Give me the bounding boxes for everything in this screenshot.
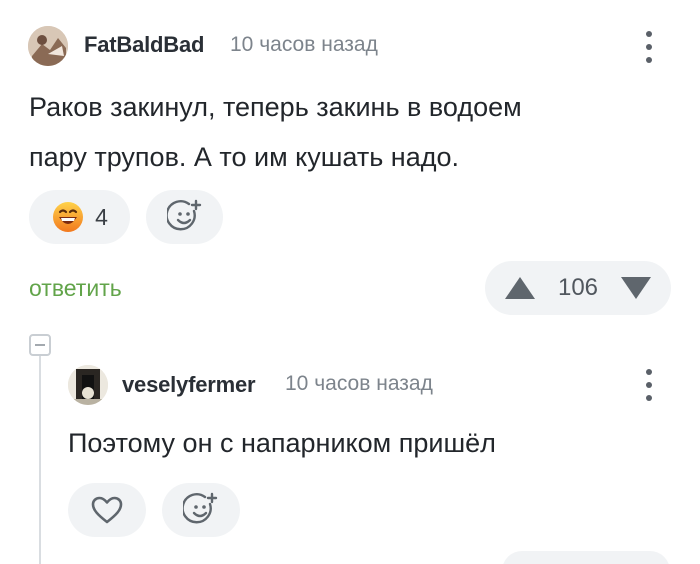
comment-timestamp: 10 часов назад — [230, 33, 378, 56]
reply-timestamp: 10 часов назад — [285, 372, 433, 395]
add-reaction-button[interactable] — [146, 190, 223, 244]
comment-author[interactable]: FatBaldBad — [84, 32, 204, 58]
avatar[interactable] — [68, 365, 108, 405]
add-emoji-icon — [166, 199, 201, 231]
smiling-face-emoji-icon — [53, 202, 84, 232]
reaction-button[interactable]: 4 — [29, 190, 130, 244]
avatar-image — [68, 365, 108, 405]
upvote-arrow-icon[interactable] — [503, 275, 537, 301]
avatar-image — [28, 26, 68, 66]
collapse-thread-button[interactable] — [29, 334, 51, 356]
comment-text-line: Раков закинул, теперь закинь в водоем — [29, 92, 522, 122]
heart-icon — [91, 496, 123, 524]
rating-widget-partial — [502, 551, 670, 564]
reply-text: Поэтому он с напарником пришёл — [68, 428, 496, 458]
like-button[interactable] — [68, 483, 146, 537]
rating-count: 106 — [557, 274, 599, 301]
avatar[interactable] — [28, 26, 68, 66]
downvote-arrow-icon[interactable] — [619, 275, 653, 301]
comment-text-line: пару трупов. А то им кушать надо. — [29, 142, 459, 172]
thread-line[interactable] — [39, 355, 41, 564]
add-emoji-icon — [183, 492, 218, 524]
minus-icon — [35, 344, 45, 346]
add-reaction-button[interactable] — [162, 483, 240, 537]
reply-author[interactable]: veselyfermer — [122, 372, 256, 398]
comment-text: Раков закинул, теперь закинь в водоем па… — [29, 82, 669, 182]
reaction-count: 4 — [95, 203, 108, 230]
reply-link[interactable]: ответить — [29, 275, 122, 302]
rating-widget: 106 — [485, 261, 671, 315]
reply-more-menu-icon[interactable] — [639, 367, 659, 403]
comment-more-menu-icon[interactable] — [639, 29, 659, 65]
